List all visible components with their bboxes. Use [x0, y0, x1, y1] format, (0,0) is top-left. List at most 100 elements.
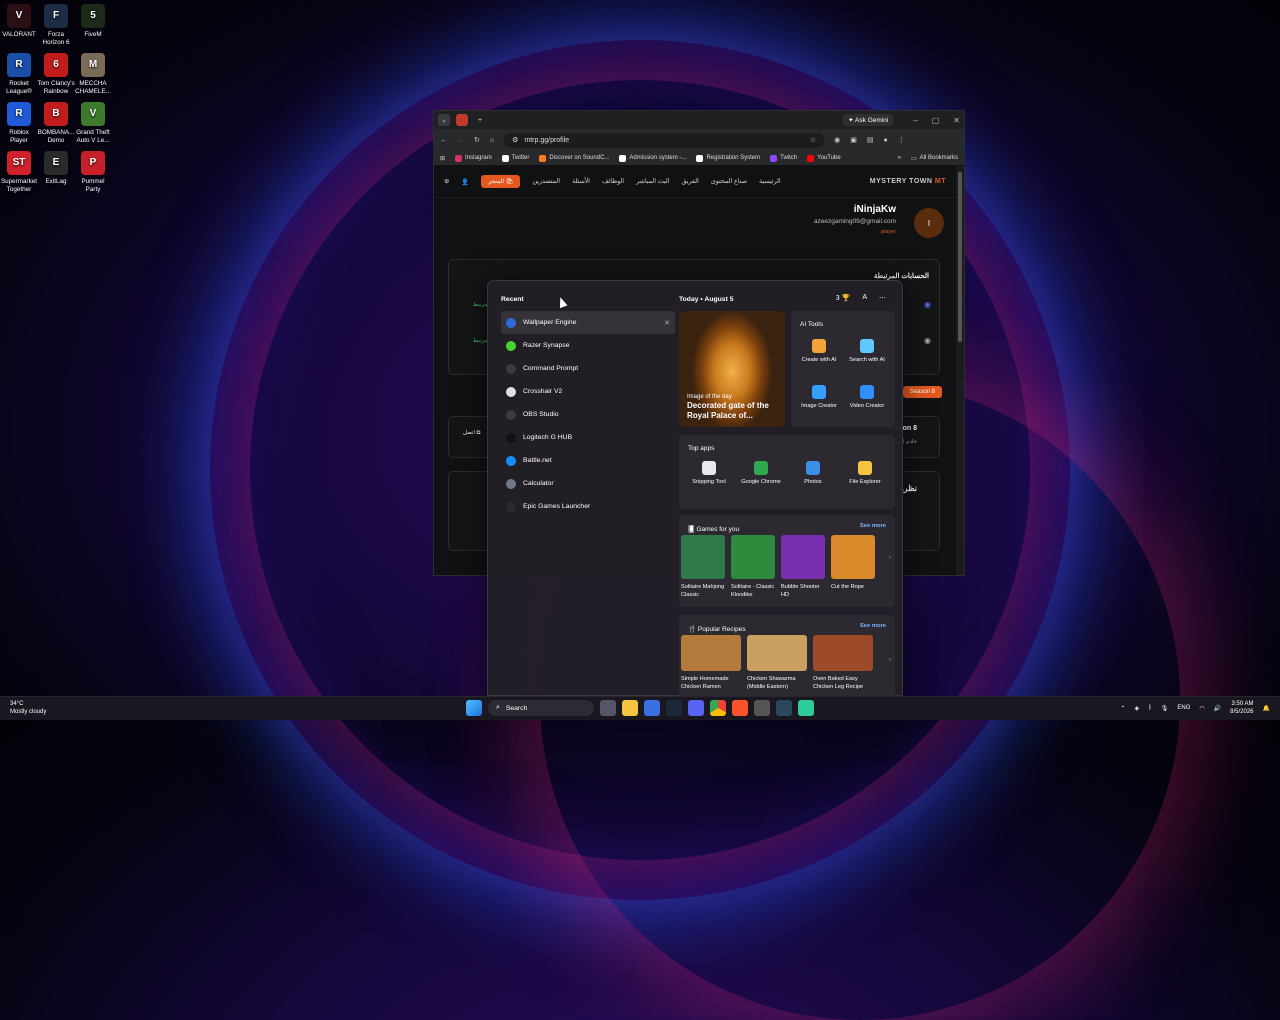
- ai-tool-search-with-ai[interactable]: Search with AI: [845, 339, 889, 364]
- site-nav-item-1[interactable]: الأسئلة: [572, 178, 590, 185]
- page-scrollbar[interactable]: [956, 166, 964, 575]
- recent-item-obs-studio[interactable]: OBS Studio: [501, 403, 675, 426]
- desktop-icon-roblox-player[interactable]: R Roblox Player: [0, 100, 38, 144]
- game-bubble-shooter-hd[interactable]: Bubble Shooter HD: [781, 535, 827, 599]
- steam-taskbar-icon[interactable]: [666, 700, 682, 716]
- shop-button[interactable]: المتجر 🛍: [481, 175, 521, 188]
- reload-icon[interactable]: ↻: [474, 136, 480, 144]
- top-app-photos[interactable]: Photos: [791, 461, 835, 486]
- network-icon[interactable]: ◈: [1135, 705, 1140, 712]
- globe-icon[interactable]: ⊕: [444, 178, 449, 185]
- remove-icon[interactable]: ✕: [664, 319, 670, 327]
- image-of-the-day-card[interactable]: Image of the day Decorated gate of the R…: [679, 311, 785, 427]
- all-bookmarks-button[interactable]: ▭ All Bookmarks: [911, 155, 958, 162]
- address-bar[interactable]: ⚙ mtrp.gg/profile ☆: [504, 132, 825, 148]
- tray-chevron-icon[interactable]: ⌃: [1121, 705, 1126, 712]
- ask-gemini-button[interactable]: ✦ Ask Gemini: [843, 114, 894, 126]
- recipe-chicken-shawarma-middle-eastern[interactable]: Chicken Shawarma (Middle Eastern): [747, 635, 809, 691]
- new-tab-button[interactable]: +: [474, 114, 486, 126]
- recipe-simple-homemade-chicken-ramen[interactable]: Simple Homemade Chicken Ramen: [681, 635, 743, 691]
- recent-item-logitech-g-hub[interactable]: Logitech G HUB: [501, 426, 675, 449]
- notification-icon[interactable]: 🔔: [1263, 705, 1270, 712]
- recent-item-epic-games-launcher[interactable]: Epic Games Launcher: [501, 495, 675, 518]
- bookmark-discover-on-soundc[interactable]: Discover on SoundC...: [539, 154, 609, 162]
- connect-link[interactable]: اتصل ⧉: [463, 430, 480, 437]
- recent-item-command-prompt[interactable]: Command Prompt: [501, 357, 675, 380]
- clock[interactable]: 3:50 AM 8/5/2026: [1230, 700, 1253, 716]
- desktop-icon-tom-clancy-s-rainbow[interactable]: 6 Tom Clancy's Rainbow: [37, 51, 75, 95]
- bookmark-admission-system[interactable]: Admission system -...: [619, 154, 686, 162]
- recipes-see-more-link[interactable]: See more: [860, 623, 886, 629]
- apps-icon[interactable]: ⊞: [440, 155, 445, 162]
- site-nav-item-0[interactable]: المتصدرين: [532, 178, 560, 185]
- top-app-file-explorer[interactable]: File Explorer: [843, 461, 887, 486]
- ai-tool-image-creator[interactable]: Image Creator: [797, 385, 841, 410]
- top-app-snipping-tool[interactable]: Snipping Tool: [687, 461, 731, 486]
- minimize-icon[interactable]: –: [913, 116, 917, 125]
- game-cut-the-rope[interactable]: Cut the Rope: [831, 535, 877, 592]
- chrome-alt-taskbar-icon[interactable]: [754, 700, 770, 716]
- tab-mtrp[interactable]: [456, 114, 468, 126]
- weather-widget[interactable]: 34°C Mostly cloudy: [10, 700, 46, 716]
- volume-icon[interactable]: 🔊: [1214, 705, 1221, 712]
- brave-taskbar-icon[interactable]: [732, 700, 748, 716]
- recipe-oven-baked-easy-chicken-leg-recipe[interactable]: Oven Baked Easy Chicken Leg Recipe: [813, 635, 875, 691]
- recent-item-battle-net[interactable]: Battle.net: [501, 449, 675, 472]
- start-button-icon[interactable]: [466, 700, 482, 716]
- game-solitaire-classic-klondike[interactable]: Solitaire - Classic Klondike: [731, 535, 777, 599]
- app-taskbar-icon[interactable]: [798, 700, 814, 716]
- forward-icon[interactable]: →: [457, 137, 464, 144]
- desktop-icon-rocket-league[interactable]: R Rocket League®: [0, 51, 38, 95]
- extensions-puzzle-icon[interactable]: ▣: [850, 136, 857, 144]
- tab-search-icon[interactable]: ⌄: [438, 114, 450, 126]
- ai-tool-video-creator[interactable]: Video Creator: [845, 385, 889, 410]
- desktop-icon-forza-horizon-6[interactable]: F Forza Horizon 6: [37, 2, 75, 46]
- desktop-icon-meccha-chamele[interactable]: M MECCHA CHAMELE...: [74, 51, 112, 95]
- games-next-icon[interactable]: ›: [889, 555, 891, 561]
- maximize-icon[interactable]: ▢: [932, 116, 940, 125]
- desktop-icon-supermarket-together[interactable]: ST Supermarket Together: [0, 149, 38, 193]
- bookmark-star-icon[interactable]: ☆: [810, 136, 816, 144]
- wifi-icon[interactable]: ◠: [1199, 705, 1204, 712]
- top-app-google-chrome[interactable]: Google Chrome: [739, 461, 783, 486]
- desktop-icon-pummel-party[interactable]: P Pummel Party: [74, 149, 112, 193]
- desktop-icon-exitlag[interactable]: E ExitLag: [37, 149, 75, 186]
- file-explorer-icon[interactable]: [622, 700, 638, 716]
- close-icon[interactable]: ✕: [953, 116, 960, 125]
- steam-alt-taskbar-icon[interactable]: [776, 700, 792, 716]
- account-icon[interactable]: A: [862, 294, 867, 302]
- bookmark-instagram[interactable]: Instagram: [455, 154, 492, 162]
- more-bookmarks-icon[interactable]: »: [898, 155, 901, 161]
- chrome-taskbar-icon[interactable]: [710, 700, 726, 716]
- site-nav-item-2[interactable]: الوظائف: [602, 178, 624, 185]
- user-icon[interactable]: 👤: [461, 178, 469, 186]
- recent-item-wallpaper-engine[interactable]: Wallpaper Engine ✕: [501, 311, 675, 334]
- bookmark-registration-system[interactable]: Registration System: [696, 154, 760, 162]
- rewards-points[interactable]: 3 🏆: [836, 294, 851, 302]
- menu-icon[interactable]: ⋮: [898, 136, 905, 144]
- extension-icon[interactable]: ◉: [834, 136, 840, 144]
- recent-item-calculator[interactable]: Calculator: [501, 472, 675, 495]
- store-icon[interactable]: [644, 700, 660, 716]
- taskbar-search-box[interactable]: ⌕ Search: [488, 700, 594, 716]
- recipes-next-icon[interactable]: ›: [889, 657, 891, 663]
- desktop-icon-bombana-demo[interactable]: B BOMBANA... Demo: [37, 100, 75, 144]
- games-see-more-link[interactable]: See more: [860, 523, 886, 529]
- task-view-icon[interactable]: [600, 700, 616, 716]
- microphone-icon[interactable]: 🎙: [1161, 705, 1169, 712]
- desktop-icon-valorant[interactable]: V VALORANT: [0, 2, 38, 39]
- bookmark-twitch[interactable]: Twitch: [770, 154, 797, 162]
- recent-item-razer-synapse[interactable]: Razer Synapse: [501, 334, 675, 357]
- site-nav-item-4[interactable]: الفريق: [681, 178, 698, 185]
- downloads-icon[interactable]: ▤: [867, 136, 874, 144]
- site-info-icon[interactable]: ⚙: [512, 136, 518, 144]
- site-logo[interactable]: MYSTERY TOWN MT: [870, 178, 946, 185]
- site-nav-item-6[interactable]: الرئيسية: [759, 178, 781, 185]
- recent-item-crosshair-v2[interactable]: Crosshair V2: [501, 380, 675, 403]
- ai-tool-create-with-ai[interactable]: Create with AI: [797, 339, 841, 364]
- bluetooth-icon[interactable]: ᛒ: [1148, 705, 1152, 711]
- home-icon[interactable]: ⌂: [490, 137, 494, 144]
- bookmark-twitter[interactable]: Twitter: [501, 154, 529, 162]
- discord-taskbar-icon[interactable]: [688, 700, 704, 716]
- desktop-icon-grand-theft-auto-v-le[interactable]: V Grand Theft Auto V Le...: [74, 100, 112, 144]
